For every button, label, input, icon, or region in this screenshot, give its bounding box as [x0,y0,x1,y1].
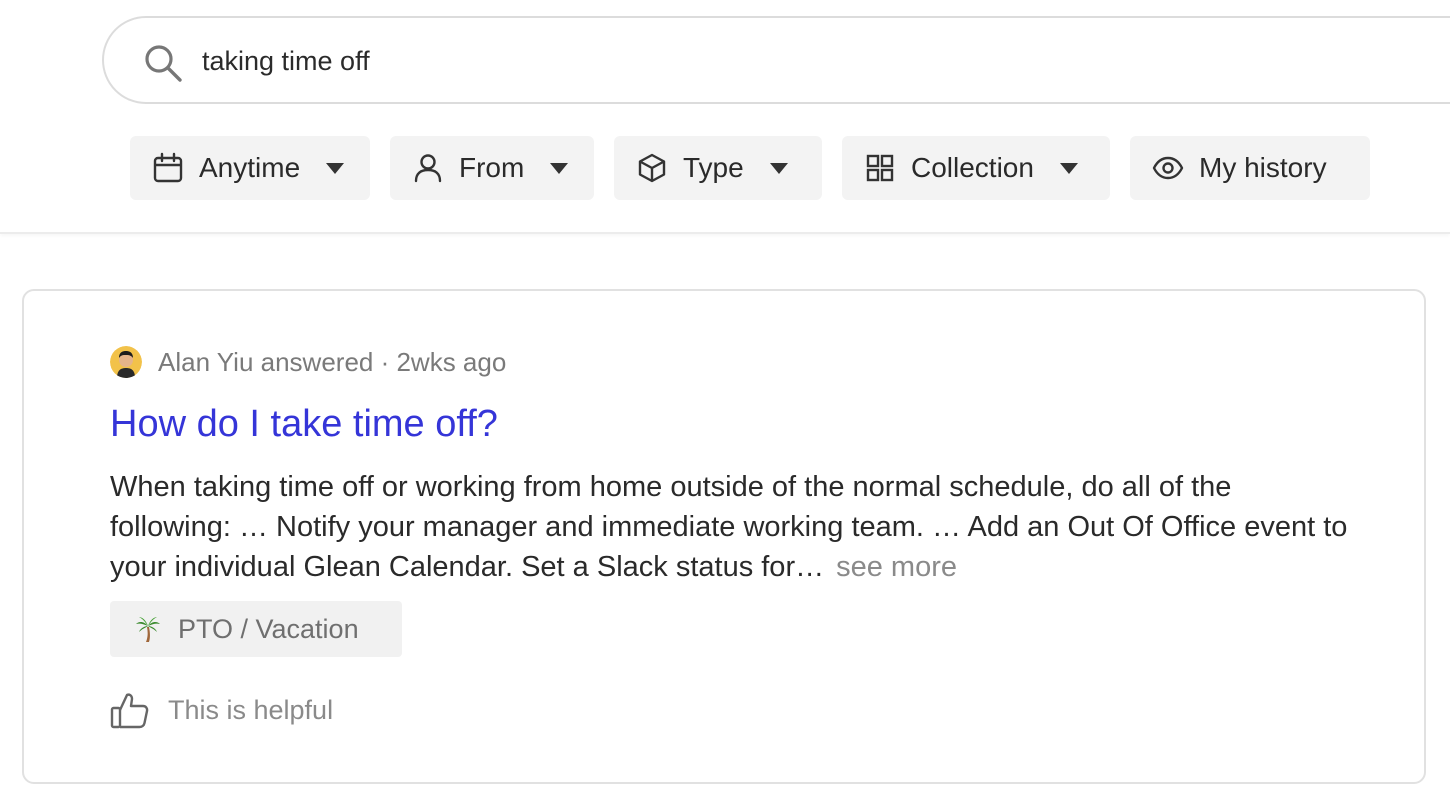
helpful-button[interactable]: This is helpful [110,689,333,731]
collection-tag[interactable]: PTO / Vacation [110,601,402,657]
chevron-down-icon [550,162,569,174]
collection-tag-label: PTO / Vacation [178,613,359,644]
helpful-label: This is helpful [168,694,334,725]
result-snippet: When taking time off or working from hom… [110,467,1350,587]
filter-anytime[interactable]: Anytime [130,136,370,200]
eye-icon [1152,156,1184,180]
filter-type-label: Type [683,152,744,183]
filter-collection[interactable]: Collection [842,136,1110,200]
search-result-card: Alan Yiu answered · 2wks ago How do I ta… [22,289,1426,784]
filter-collection-label: Collection [911,152,1034,183]
filter-from-label: From [459,152,525,183]
grid-icon [866,154,894,182]
avatar[interactable] [110,346,142,378]
result-author-meta: Alan Yiu answered · 2wks ago [158,346,507,377]
thumbs-up-icon [110,693,149,729]
chevron-down-icon [326,162,345,174]
result-title-link[interactable]: How do I take time off? [110,403,498,446]
calendar-icon [153,152,183,183]
search-icon [145,45,182,82]
result-meta: Alan Yiu answered · 2wks ago [110,345,506,379]
filter-type[interactable]: Type [614,136,822,200]
filter-from[interactable]: From [390,136,594,200]
search-header: Anytime From Type [0,0,1450,234]
result-snippet-text: When taking time off or working from hom… [110,471,1348,583]
filter-my-history[interactable]: My history [1130,136,1370,200]
search-bar[interactable] [102,16,1450,104]
filter-anytime-label: Anytime [199,152,301,183]
person-icon [414,154,442,183]
search-input[interactable] [202,38,1102,84]
chevron-down-icon [769,162,788,174]
see-more-link[interactable]: see more [836,551,957,583]
chevron-down-icon [1059,162,1078,174]
filter-my-history-label: My history [1199,152,1327,183]
cube-icon [638,153,666,183]
palm-tree-icon [136,617,160,642]
